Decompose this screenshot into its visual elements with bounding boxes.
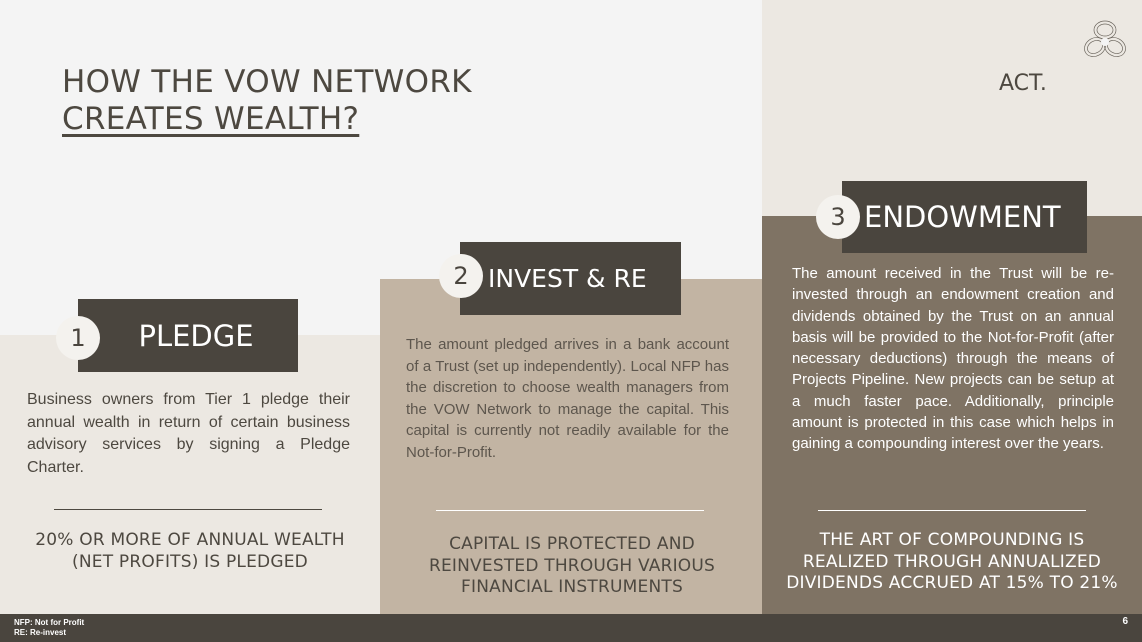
pledge-heading-box: PLEDGE xyxy=(78,299,298,372)
invest-heading-box: INVEST & RE xyxy=(460,242,681,315)
footnote-nfp: NFP: Not for Profit xyxy=(14,618,85,627)
invest-heading: INVEST & RE xyxy=(488,264,647,293)
endowment-heading: ENDOWMENT xyxy=(864,200,1061,234)
step-number-2: 2 xyxy=(439,254,483,298)
endowment-description: The amount received in the Trust will be… xyxy=(792,265,1114,453)
invest-summary: CAPITAL IS PROTECTED AND REINVESTED THRO… xyxy=(428,534,716,597)
footer-bar: NFP: Not for Profit RE: Re-invest 6 xyxy=(0,614,1142,642)
step-number-3: 3 xyxy=(816,195,860,239)
step-number-1: 1 xyxy=(56,316,100,360)
pledge-description: Business owners from Tier 1 pledge their… xyxy=(27,391,350,476)
endowment-heading-box: ENDOWMENT xyxy=(842,181,1087,253)
invest-divider xyxy=(436,510,704,511)
footnote-re: RE: Re-invest xyxy=(14,628,67,637)
page-number: 6 xyxy=(1122,616,1128,627)
endowment-divider xyxy=(818,510,1086,511)
knot-logo-icon xyxy=(1084,20,1126,57)
title-line-2: CREATES WEALTH? xyxy=(62,101,360,137)
pledge-heading: PLEDGE xyxy=(138,318,254,353)
endowment-summary: THE ART OF COMPOUNDING IS REALIZED THROU… xyxy=(786,530,1118,593)
invest-description: The amount pledged arrives in a bank acc… xyxy=(406,336,729,461)
pledge-divider xyxy=(54,509,322,510)
page-title: HOW THE VOW NETWORK CREATES WEALTH? xyxy=(62,64,472,138)
title-line-1: HOW THE VOW NETWORK xyxy=(62,64,472,100)
act-label: ACT. xyxy=(999,71,1047,96)
pledge-summary: 20% OR MORE OF ANNUAL WEALTH (NET PROFIT… xyxy=(35,530,345,572)
